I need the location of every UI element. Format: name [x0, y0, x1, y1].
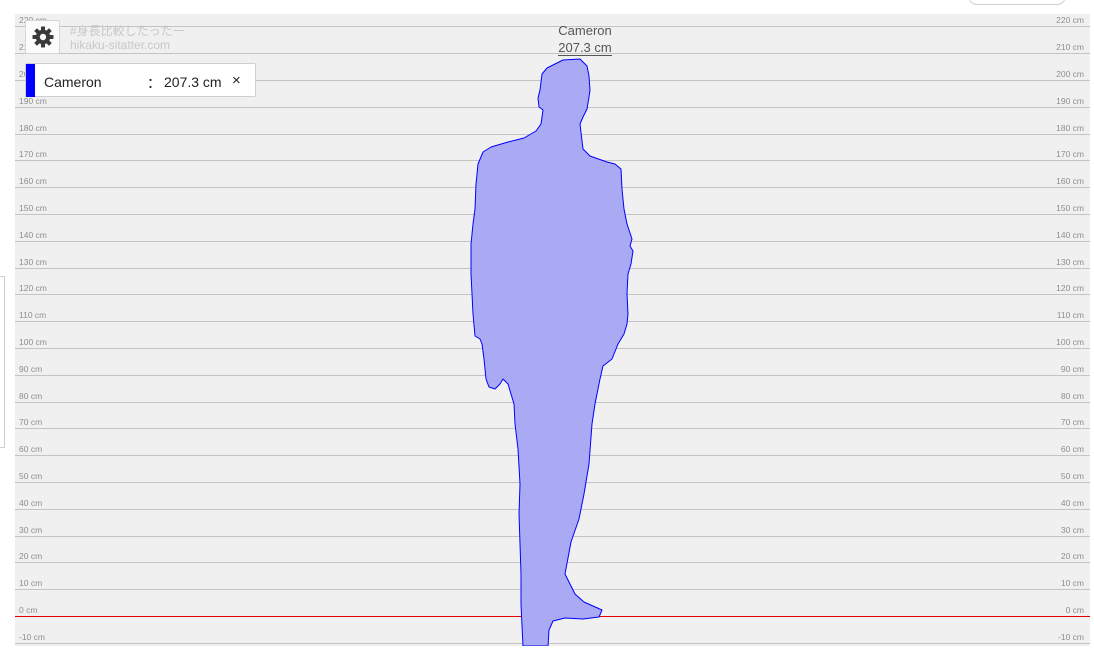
- figure-height: 207.3 cm: [558, 40, 612, 56]
- remove-person-button[interactable]: ×: [232, 72, 241, 89]
- watermark-url: hikaku-sitatter.com: [70, 38, 171, 52]
- cameron-silhouette: [470, 58, 634, 646]
- watermark: #身長比較したったー hikaku-sitatter.com: [70, 24, 185, 52]
- person-height: 207.3 cm: [164, 74, 222, 90]
- figure-label: Cameron 207.3 cm: [535, 23, 635, 57]
- side-panel-tab[interactable]: [0, 276, 5, 448]
- top-right-button[interactable]: [968, 0, 1066, 5]
- person-silhouette: [470, 58, 634, 646]
- person-color-swatch: [26, 64, 35, 97]
- person-name: Cameron: [44, 74, 102, 90]
- person-card-cameron[interactable]: Cameron ： 207.3 cm ×: [25, 63, 256, 97]
- settings-button[interactable]: [25, 20, 60, 54]
- figure-name: Cameron: [558, 23, 612, 38]
- name-height-separator: ：: [147, 75, 161, 91]
- watermark-title: #身長比較したったー: [70, 24, 185, 38]
- gear-icon: [32, 26, 53, 48]
- comparison-canvas: 220 cm220 cm210 cm210 cm200 cm200 cm190 …: [15, 14, 1090, 646]
